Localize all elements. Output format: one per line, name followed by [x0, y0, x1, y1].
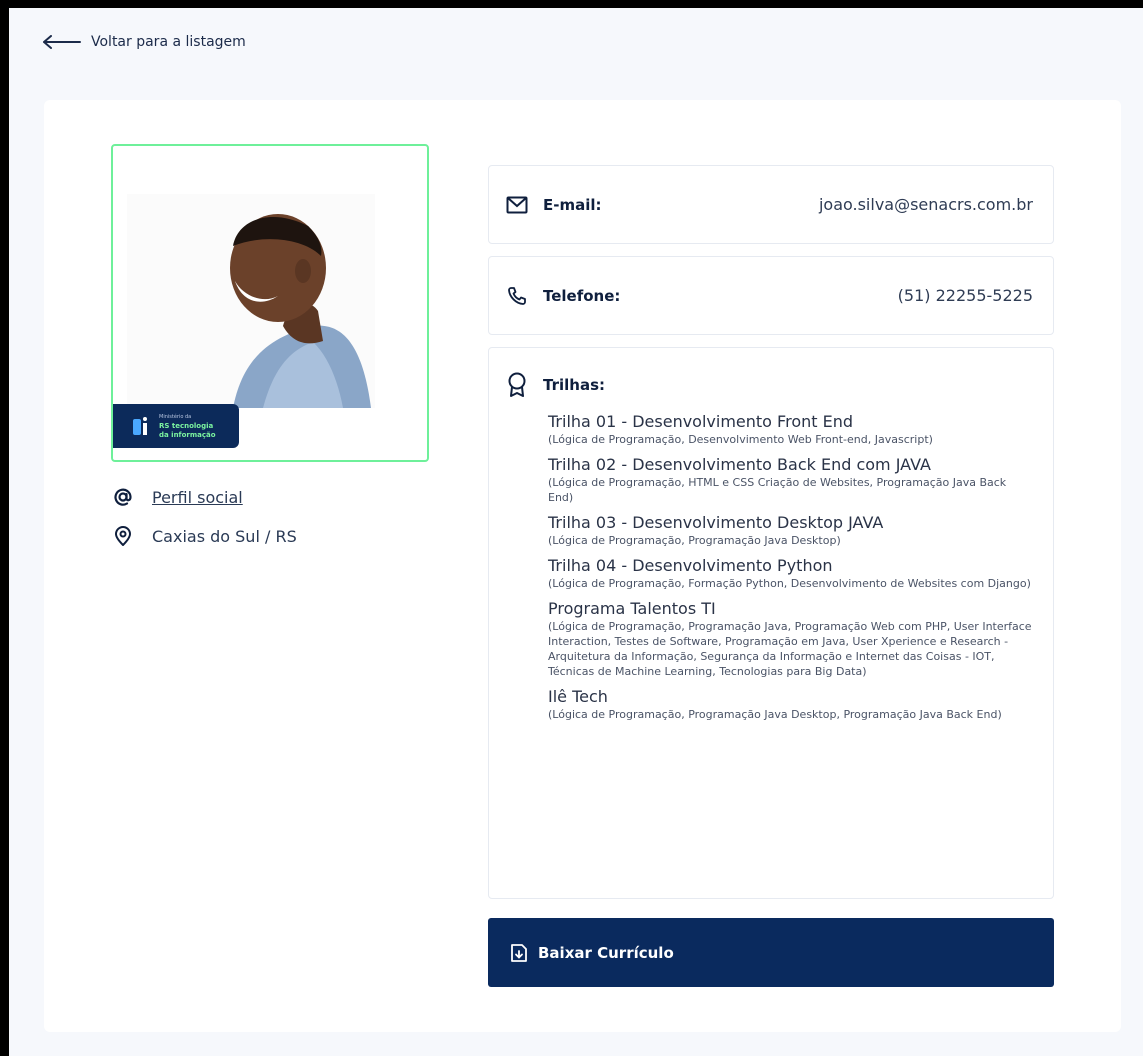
location-row: Caxias do Sul / RS [112, 526, 297, 546]
download-resume-label: Baixar Currículo [538, 943, 674, 962]
phone-icon [505, 286, 529, 306]
email-value: joao.silva@senacrs.com.br [818, 195, 1033, 214]
track-name: Programa Talentos TI [548, 599, 716, 618]
profile-photo: Ministério da RS tecnologia da informaçã… [111, 144, 429, 462]
email-card: E-mail: joao.silva@senacrs.com.br [488, 165, 1054, 244]
tracks-label: Trilhas: [543, 376, 605, 394]
track-item: Trilha 03 - Desenvolvimento Desktop JAVA… [548, 513, 1033, 548]
track-name: Trilha 04 - Desenvolvimento Python [548, 556, 833, 575]
mail-icon [505, 196, 529, 214]
email-label: E-mail: [543, 195, 602, 214]
track-item: Programa Talentos TI (Lógica de Programa… [548, 599, 1033, 679]
location-text: Caxias do Sul / RS [152, 526, 297, 546]
track-name: Trilha 02 - Desenvolvimento Back End com… [548, 455, 931, 474]
award-icon [505, 372, 529, 398]
back-link[interactable]: Voltar para a listagem [43, 34, 246, 50]
track-desc: (Lógica de Programação, Desenvolvimento … [548, 433, 933, 446]
phone-label: Telefone: [543, 286, 621, 305]
brand-logo-icon [133, 415, 153, 437]
social-profile-row: Perfil social [112, 487, 243, 507]
track-name: Trilha 03 - Desenvolvimento Desktop JAVA [548, 513, 884, 532]
page: Voltar para a listagem Ministério da RS … [9, 8, 1143, 1056]
brand-badge: Ministério da RS tecnologia da informaçã… [113, 404, 239, 448]
tracks-card: Trilhas: Trilha 01 - Desenvolvimento Fro… [488, 347, 1054, 899]
profile-card: Ministério da RS tecnologia da informaçã… [44, 100, 1121, 1032]
track-desc: (Lógica de Programação, HTML e CSS Criaç… [548, 476, 1007, 504]
track-desc: (Lógica de Programação, Programação Java… [548, 620, 1032, 678]
brand-line-1: RS tecnologia [159, 421, 214, 430]
download-file-icon [510, 943, 528, 963]
track-desc: (Lógica de Programação, Programação Java… [548, 708, 1002, 721]
track-name: Trilha 01 - Desenvolvimento Front End [548, 412, 854, 431]
track-desc: (Lógica de Programação, Formação Python,… [548, 577, 1031, 590]
tracks-list: Trilha 01 - Desenvolvimento Front End (L… [489, 398, 1053, 722]
map-pin-icon [112, 526, 134, 546]
arrow-left-icon [43, 35, 81, 49]
phone-card: Telefone: (51) 22255-5225 [488, 256, 1054, 335]
track-item: Ilê Tech (Lógica de Programação, Program… [548, 687, 1033, 722]
brand-line-2: da informação [159, 430, 216, 439]
track-item: Trilha 02 - Desenvolvimento Back End com… [548, 455, 1033, 505]
track-item: Trilha 04 - Desenvolvimento Python (Lógi… [548, 556, 1033, 591]
track-name: Ilê Tech [548, 687, 608, 706]
back-link-label: Voltar para a listagem [91, 34, 246, 50]
track-desc: (Lógica de Programação, Programação Java… [548, 534, 841, 547]
phone-value: (51) 22255-5225 [897, 286, 1033, 305]
social-profile-link[interactable]: Perfil social [152, 488, 243, 507]
at-sign-icon [112, 487, 134, 507]
track-item: Trilha 01 - Desenvolvimento Front End (L… [548, 412, 1033, 447]
download-resume-button[interactable]: Baixar Currículo [488, 918, 1054, 987]
brand-small-text: Ministério da [159, 413, 192, 420]
